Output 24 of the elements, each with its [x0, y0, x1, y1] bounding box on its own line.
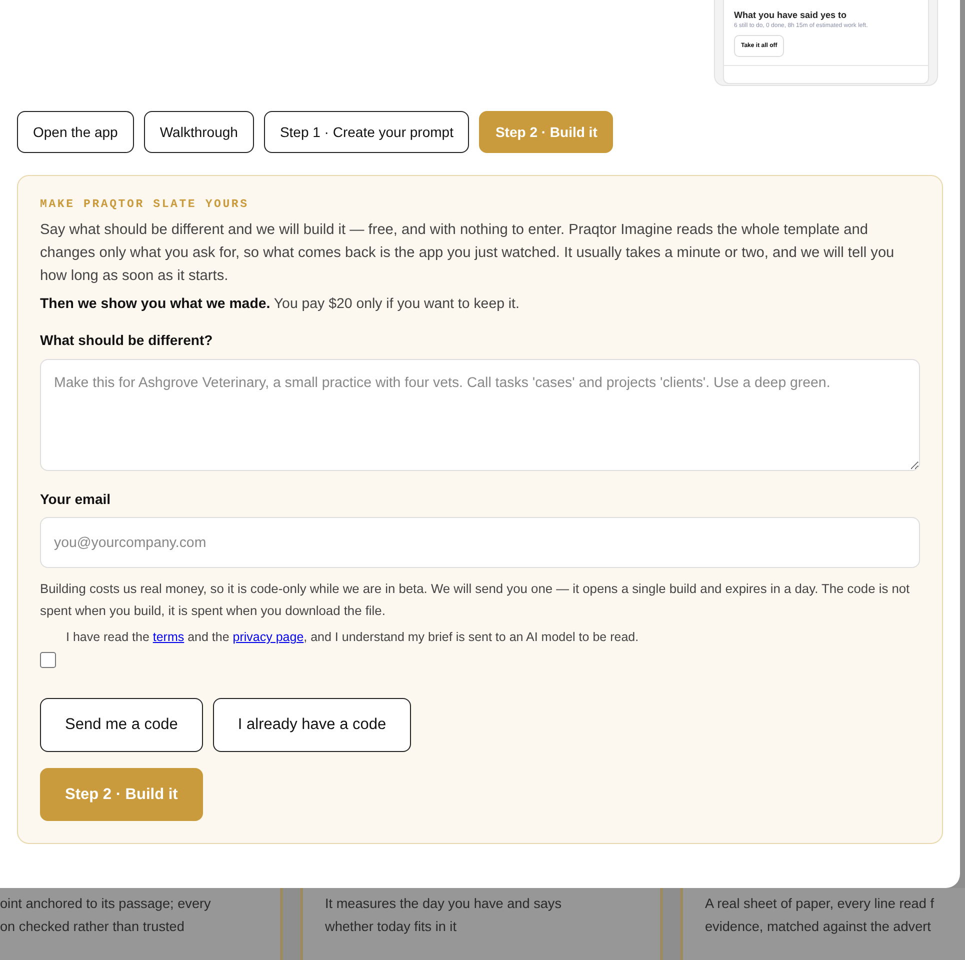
eyebrow: MAKE PRAQTOR SLATE YOURS: [40, 198, 249, 211]
card-description-line: A real sheet of paper, every line read f: [705, 895, 935, 913]
tab[interactable]: Walkthrough: [144, 111, 254, 153]
card-description-line: It measures the day you have and says: [325, 895, 563, 913]
field-label: What should be different?: [40, 332, 213, 348]
intro-text: Say what should be different and we will build it — free, and with nothing to enter. Praqtor Imagine reads the whole template and changes only what you ask for, so what comes back is the app you just watched. It usually takes a minute or two, and we will tell you how long as soon as it starts.: [40, 221, 896, 286]
consent-link[interactable]: terms: [152, 630, 184, 644]
consent-link[interactable]: privacy page: [232, 630, 304, 644]
code-button[interactable]: I already have a code: [212, 698, 412, 752]
field-label: Your email: [40, 491, 111, 507]
tab[interactable]: Open the app: [17, 111, 134, 153]
consent-text: I have read the terms and the privacy page, and I understand my brief is sent to an AI model to be read.: [66, 630, 639, 646]
card-description-line: oint anchored to its passage; every: [0, 895, 212, 913]
tab[interactable]: Step 1 · Create your prompt: [264, 111, 470, 153]
price-note: Then we show you what we made. You pay $20 only if you want to keep it.: [40, 296, 520, 312]
card-description-line: whether today fits in it: [325, 918, 458, 936]
code-note: Building costs us real money, so it is code-only while we are in beta. We will send you one — it opens a single build and expires in a day. The code is not spent when you build, it is spent when you download the file.: [40, 580, 911, 620]
brief-field[interactable]: Make this for Ashgrove Veterinary, a small practice with four vets. Call tasks 'cases' and projects 'clients'. Use a deep green.: [40, 359, 920, 471]
preview-title: What you have said yes to: [734, 10, 848, 20]
card-description-line: on checked rather than trusted: [0, 918, 186, 936]
consent-checkbox[interactable]: [40, 652, 56, 668]
email-field[interactable]: you@yourcompany.com: [40, 517, 920, 568]
code-button[interactable]: Send me a code: [40, 698, 203, 752]
card-description-line: evidence, matched against the advert: [705, 918, 932, 936]
